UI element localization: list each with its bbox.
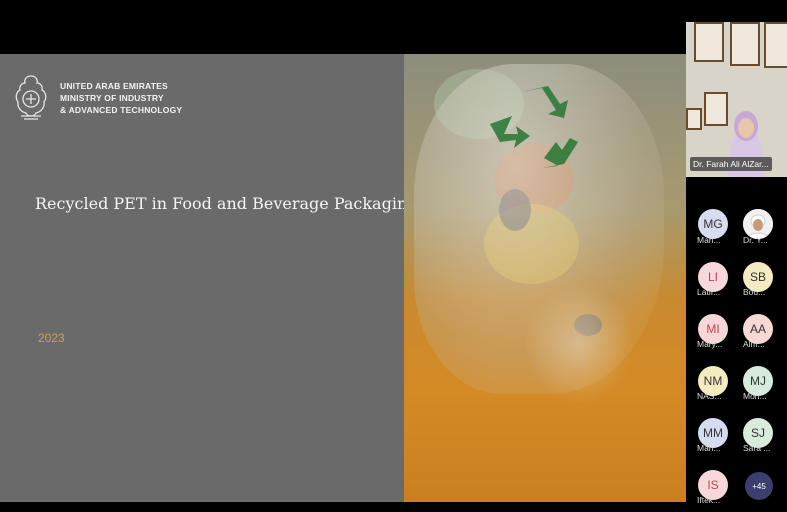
ministry-name: UNITED ARAB EMIRATES MINISTRY OF INDUSTR… xyxy=(60,80,182,116)
participant-name: Moh... xyxy=(743,391,767,401)
participant-name: Bou... xyxy=(743,287,766,297)
wall-frame-5 xyxy=(686,108,702,130)
wall-frame-3 xyxy=(764,22,787,68)
slide-left-panel: UNITED ARAB EMIRATES MINISTRY OF INDUSTR… xyxy=(0,54,418,502)
photo-bag-corner xyxy=(524,284,634,404)
ministry-line-3: & ADVANCED TECHNOLOGY xyxy=(60,105,183,115)
participant-name: NAS... xyxy=(697,391,722,401)
ministry-line-1: UNITED ARAB EMIRATES xyxy=(60,81,168,91)
slide-title: Recycled PET in Food and Beverage Packag… xyxy=(35,194,418,213)
speaker-name-label: Dr. Farah Ali AlZar... xyxy=(690,157,772,171)
speaker-video[interactable]: Dr. Farah Ali AlZar... xyxy=(686,22,787,177)
ministry-line-2: MINISTRY OF INDUSTRY xyxy=(60,93,164,103)
wall-frame-2 xyxy=(730,22,760,66)
participant-name: Alm... xyxy=(743,339,765,349)
participant-name: Iftek... xyxy=(697,495,721,505)
slide-photo xyxy=(404,54,686,502)
participant-name: Sara ... xyxy=(743,443,771,453)
participant-name: Latif... xyxy=(697,287,721,297)
shared-slide: UNITED ARAB EMIRATES MINISTRY OF INDUSTR… xyxy=(0,54,686,502)
slide-year: 2023 xyxy=(38,331,65,345)
participant-name: Mary... xyxy=(697,339,723,349)
more-participants-button[interactable]: +45 xyxy=(745,472,773,500)
uae-emblem-icon xyxy=(15,75,47,120)
recycle-icon xyxy=(490,86,578,168)
wall-frame-1 xyxy=(694,22,724,62)
participant-name: Mari... xyxy=(697,443,721,453)
participant-name: Man... xyxy=(697,235,721,245)
participant-name: Dr. Y... xyxy=(743,235,768,245)
